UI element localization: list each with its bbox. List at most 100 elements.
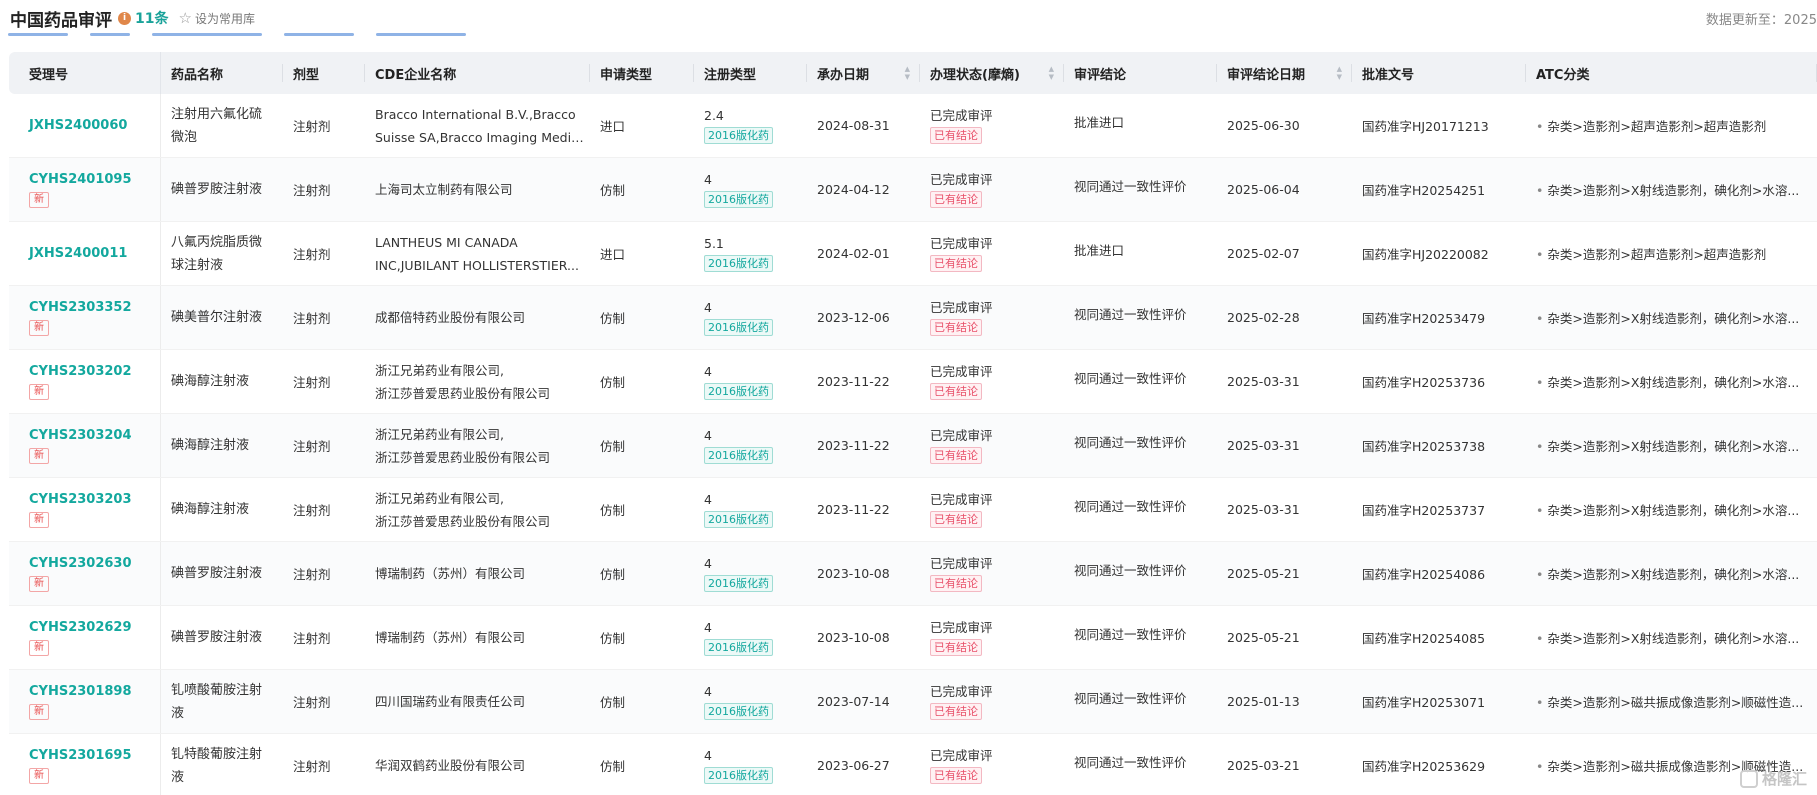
undertake-date: 2024-02-01 bbox=[817, 246, 890, 261]
column-header[interactable]: 审评结论日期 ▲ ▼ bbox=[1217, 52, 1352, 94]
enterprise-stack: 博瑞制药（苏州）有限公司 bbox=[375, 562, 585, 585]
column-header[interactable]: 承办日期 ▲ ▼ bbox=[807, 52, 920, 94]
cell-status: 已完成审评 已有结论 bbox=[920, 670, 1064, 733]
dosage-form: 注射剂 bbox=[293, 439, 331, 454]
dosage-form: 注射剂 bbox=[293, 247, 331, 262]
drug-name-line: 液 bbox=[171, 769, 185, 785]
column-header-label: 审评结论 bbox=[1074, 67, 1127, 83]
cell-approval-no: 国药准字H20253629 bbox=[1352, 734, 1526, 795]
column-header-label: 审评结论日期 bbox=[1227, 67, 1306, 83]
column-header-label: 办理状态(摩熵) bbox=[930, 67, 1020, 83]
cell-drug-name: 注射用六氟化硫 微泡 bbox=[161, 94, 283, 157]
cell-conclusion-date: 2025-02-07 bbox=[1217, 222, 1352, 285]
cell-dosage-form: 注射剂 bbox=[283, 158, 365, 221]
sort-icon[interactable]: ▲ ▼ bbox=[905, 65, 910, 81]
undertake-date: 2023-11-22 bbox=[817, 374, 890, 389]
cell-acceptance-no: CYHS2302629 新 bbox=[9, 606, 161, 669]
status-text: 已完成审评 bbox=[930, 428, 993, 443]
table-row: JXHS2400060 注射用六氟化硫 微泡 注射剂 Bracco Internatio… bbox=[9, 94, 1817, 158]
cell-conclusion: 视同通过一致性评价 bbox=[1064, 734, 1217, 795]
table-row: CYHS2303204 新 碘海醇注射液 注射剂 浙江兄弟药业有限公司, 浙江莎普爱思药业… bbox=[9, 414, 1817, 478]
status-stack: 已完成审评 已有结论 bbox=[930, 171, 993, 208]
cell-acceptance-no: CYHS2303203 新 bbox=[9, 478, 161, 541]
acceptance-no-link[interactable]: CYHS2302629 bbox=[29, 620, 132, 635]
info-icon[interactable]: i bbox=[118, 11, 131, 25]
set-favorite-button[interactable]: ☆ 设为常用库 bbox=[178, 9, 254, 27]
sort-icon[interactable]: ▲ ▼ bbox=[1337, 65, 1342, 81]
column-header-label: 受理号 bbox=[29, 67, 69, 83]
column-header-label: 药品名称 bbox=[171, 67, 224, 83]
cell-application-type: 仿制 bbox=[590, 670, 694, 733]
conclusion-date: 2025-02-28 bbox=[1227, 310, 1300, 325]
approval-number: 国药准字H20254085 bbox=[1362, 631, 1486, 646]
registration-tag: 2016版化药 bbox=[704, 127, 773, 144]
conclusion-date: 2025-03-31 bbox=[1227, 438, 1300, 453]
drug-name-stack: 碘美普尔注射液 bbox=[171, 306, 262, 329]
acceptance-no-link[interactable]: CYHS2401095 bbox=[29, 172, 132, 187]
review-conclusion: 批准进口 bbox=[1074, 243, 1125, 258]
cell-drug-name: 钆喷酸葡胺注射液 bbox=[161, 670, 283, 733]
cell-conclusion-date: 2025-03-31 bbox=[1217, 350, 1352, 413]
status-text: 已完成审评 bbox=[930, 684, 993, 699]
dosage-form: 注射剂 bbox=[293, 375, 331, 390]
enterprise-line: 华润双鹤药业股份有限公司 bbox=[375, 758, 526, 773]
status-text: 已完成审评 bbox=[930, 556, 993, 571]
column-header[interactable]: 办理状态(摩熵) ▲ ▼ bbox=[920, 52, 1064, 94]
enterprise-stack: Bracco International B.V.,Bracco Suisse S… bbox=[375, 103, 585, 149]
acceptance-no-link[interactable]: CYHS2303203 bbox=[29, 492, 132, 507]
enterprise-stack: 浙江兄弟药业有限公司, 浙江莎普爱思药业股份有限公司 bbox=[375, 359, 585, 405]
registration-class: 4 bbox=[704, 428, 712, 443]
column-header-label: 申请类型 bbox=[600, 67, 653, 83]
enterprise-line: LANTHEUS MI CANADA bbox=[375, 234, 518, 250]
cell-conclusion: 批准进口 bbox=[1064, 94, 1217, 157]
results-table: 受理号 药品名称 剂型 CDE企业名称 申请类型 注册类型 承办日期 ▲ ▼ 办理状态(摩熵) ▲ ▼… bbox=[9, 52, 1817, 795]
acceptance-no-link[interactable]: CYHS2303202 bbox=[29, 364, 132, 379]
drug-name-line: 钆喷酸葡胺注射 bbox=[171, 682, 263, 698]
status-badge: 已有结论 bbox=[930, 447, 982, 464]
set-favorite-label: 设为常用库 bbox=[194, 11, 255, 26]
status-text: 已完成审评 bbox=[930, 300, 993, 315]
acceptance-stack: JXHS2400011 bbox=[29, 246, 127, 261]
cell-acceptance-no: JXHS2400011 bbox=[9, 222, 161, 285]
drug-name-stack: 注射用六氟化硫 微泡 bbox=[171, 103, 262, 149]
status-badge: 已有结论 bbox=[930, 767, 982, 784]
undertake-date: 2023-11-22 bbox=[817, 502, 890, 517]
acceptance-stack: CYHS2303203 新 bbox=[29, 492, 132, 528]
conclusion-date: 2025-06-04 bbox=[1227, 182, 1300, 197]
dosage-form: 注射剂 bbox=[293, 183, 331, 198]
status-stack: 已完成审评 已有结论 bbox=[930, 299, 993, 336]
cell-acceptance-no: CYHS2303204 新 bbox=[9, 414, 161, 477]
atc-classification: 杂类>造影剂>X射线造影剂，碘化剂>水溶... bbox=[1536, 308, 1799, 327]
acceptance-no-link[interactable]: CYHS2303204 bbox=[29, 428, 132, 443]
cell-dosage-form: 注射剂 bbox=[283, 350, 365, 413]
acceptance-no-link[interactable]: CYHS2303352 bbox=[29, 300, 132, 315]
status-stack: 已完成审评 已有结论 bbox=[930, 363, 993, 400]
cell-conclusion: 视同通过一致性评价 bbox=[1064, 606, 1217, 669]
atc-classification: 杂类>造影剂>X射线造影剂，碘化剂>水溶... bbox=[1536, 372, 1799, 391]
registration-stack: 4 2016版化药 bbox=[704, 683, 773, 720]
column-header: 受理号 bbox=[9, 52, 161, 94]
approval-number: 国药准字H20253479 bbox=[1362, 311, 1486, 326]
application-type: 仿制 bbox=[600, 567, 626, 582]
dosage-form: 注射剂 bbox=[293, 311, 331, 326]
cell-enterprise: Bracco International B.V.,Bracco Suisse S… bbox=[365, 94, 590, 157]
cell-registration-type: 4 2016版化药 bbox=[694, 414, 807, 477]
conclusion-date: 2025-05-21 bbox=[1227, 566, 1300, 581]
undertake-date: 2024-04-12 bbox=[817, 182, 890, 197]
watermark-logo-icon bbox=[1739, 769, 1758, 788]
acceptance-no-link[interactable]: JXHS2400060 bbox=[29, 118, 127, 133]
acceptance-no-link[interactable]: JXHS2400011 bbox=[29, 246, 127, 261]
cell-approval-no: 国药准字H20253479 bbox=[1352, 286, 1526, 349]
sort-icon[interactable]: ▲ ▼ bbox=[1049, 65, 1054, 81]
enterprise-line: 上海司太立制药有限公司 bbox=[375, 182, 513, 197]
acceptance-no-link[interactable]: CYHS2301695 bbox=[29, 748, 132, 763]
acceptance-stack: CYHS2303204 新 bbox=[29, 428, 132, 464]
enterprise-line: 浙江兄弟药业有限公司, bbox=[375, 426, 504, 442]
undertake-date: 2023-10-08 bbox=[817, 566, 890, 581]
drug-name-line: 微泡 bbox=[171, 129, 198, 145]
drug-name-line: 碘美普尔注射液 bbox=[171, 310, 263, 325]
new-badge: 新 bbox=[29, 511, 49, 528]
acceptance-no-link[interactable]: CYHS2302630 bbox=[29, 556, 132, 571]
acceptance-no-link[interactable]: CYHS2301898 bbox=[29, 684, 132, 699]
cell-application-type: 仿制 bbox=[590, 478, 694, 541]
